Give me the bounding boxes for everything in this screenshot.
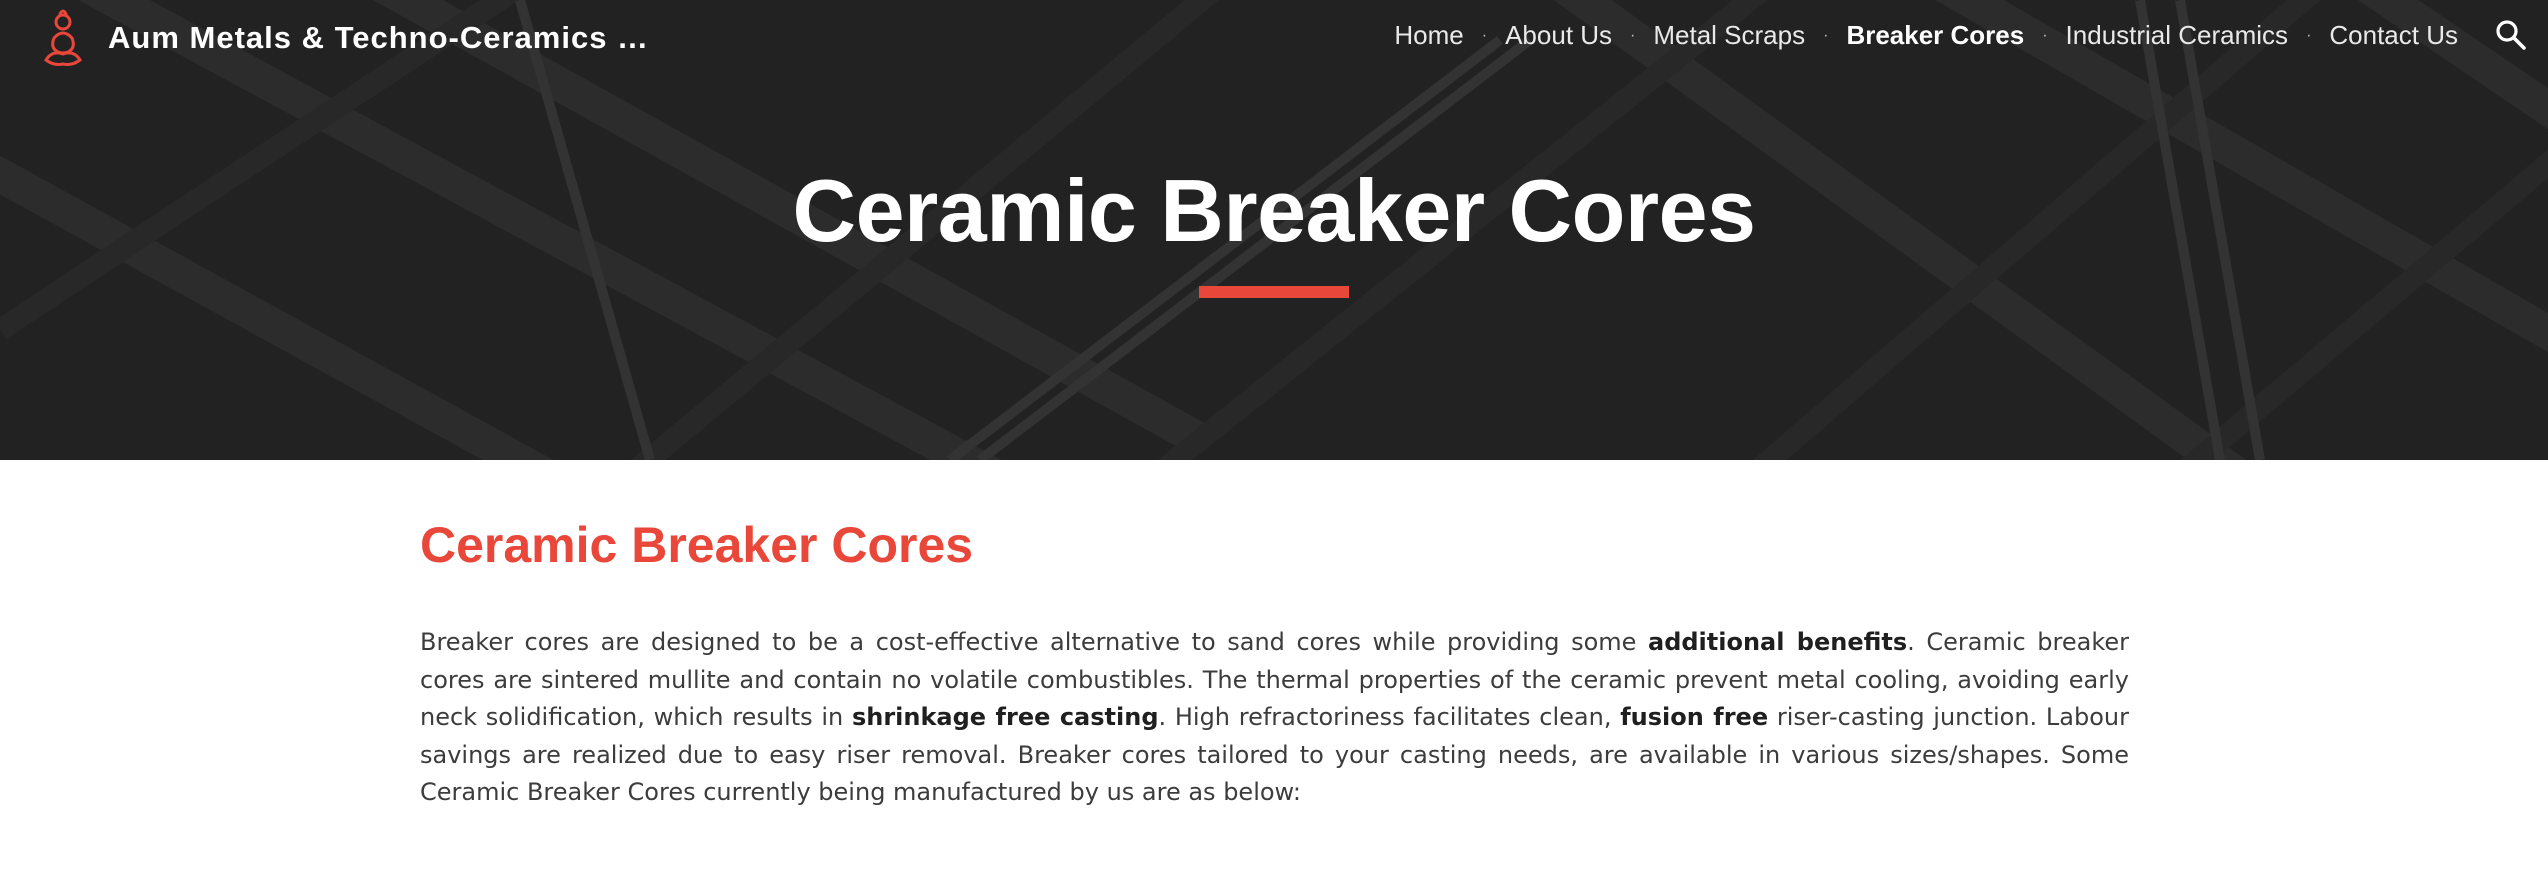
buddha-logo-icon bbox=[44, 9, 82, 66]
nav-separator: · bbox=[2306, 26, 2312, 44]
nav-industrial-ceramics[interactable]: Industrial Ceramics bbox=[2066, 20, 2289, 51]
hero-title-underline bbox=[1199, 286, 1349, 298]
paragraph-text: . High refractoriness facilitates clean, bbox=[1158, 703, 1621, 731]
site-title[interactable]: Aum Metals & Techno-Ceramics … bbox=[108, 20, 649, 56]
top-navbar: Aum Metals & Techno-Ceramics … Home · Ab… bbox=[0, 0, 2548, 76]
nav-metal-scraps[interactable]: Metal Scraps bbox=[1653, 20, 1805, 51]
nav-about-us[interactable]: About Us bbox=[1505, 20, 1612, 51]
main-nav: Home · About Us · Metal Scraps · Breaker… bbox=[1394, 20, 2458, 51]
bold-text-shrinkage-free-casting: shrinkage free casting bbox=[851, 703, 1159, 731]
nav-separator: · bbox=[1481, 26, 1488, 44]
section-heading: Ceramic Breaker Cores bbox=[420, 517, 974, 573]
nav-separator: · bbox=[2042, 26, 2048, 44]
bold-text-fusion-free: fusion free bbox=[1620, 703, 1769, 731]
paragraph-text: Breaker cores are designed to be a cost-… bbox=[420, 628, 1648, 656]
nav-separator: · bbox=[1823, 26, 1829, 44]
intro-paragraph: Breaker cores are designed to be a cost-… bbox=[420, 624, 2129, 812]
hero-title: Ceramic Breaker Cores bbox=[792, 161, 1756, 260]
hero-banner: Aum Metals & Techno-Ceramics … Home · Ab… bbox=[0, 0, 2548, 460]
nav-contact-us[interactable]: Contact Us bbox=[2329, 20, 2458, 51]
nav-breaker-cores[interactable]: Breaker Cores bbox=[1846, 20, 2024, 51]
nav-home[interactable]: Home bbox=[1394, 20, 1463, 51]
main-content: Ceramic Breaker Cores Breaker cores are … bbox=[420, 516, 2129, 812]
brand[interactable]: Aum Metals & Techno-Ceramics … bbox=[38, 8, 649, 68]
nav-separator: · bbox=[1630, 26, 1636, 44]
search-icon[interactable] bbox=[2494, 18, 2528, 52]
bold-text-additional-benefits: additional benefits bbox=[1648, 628, 1908, 656]
